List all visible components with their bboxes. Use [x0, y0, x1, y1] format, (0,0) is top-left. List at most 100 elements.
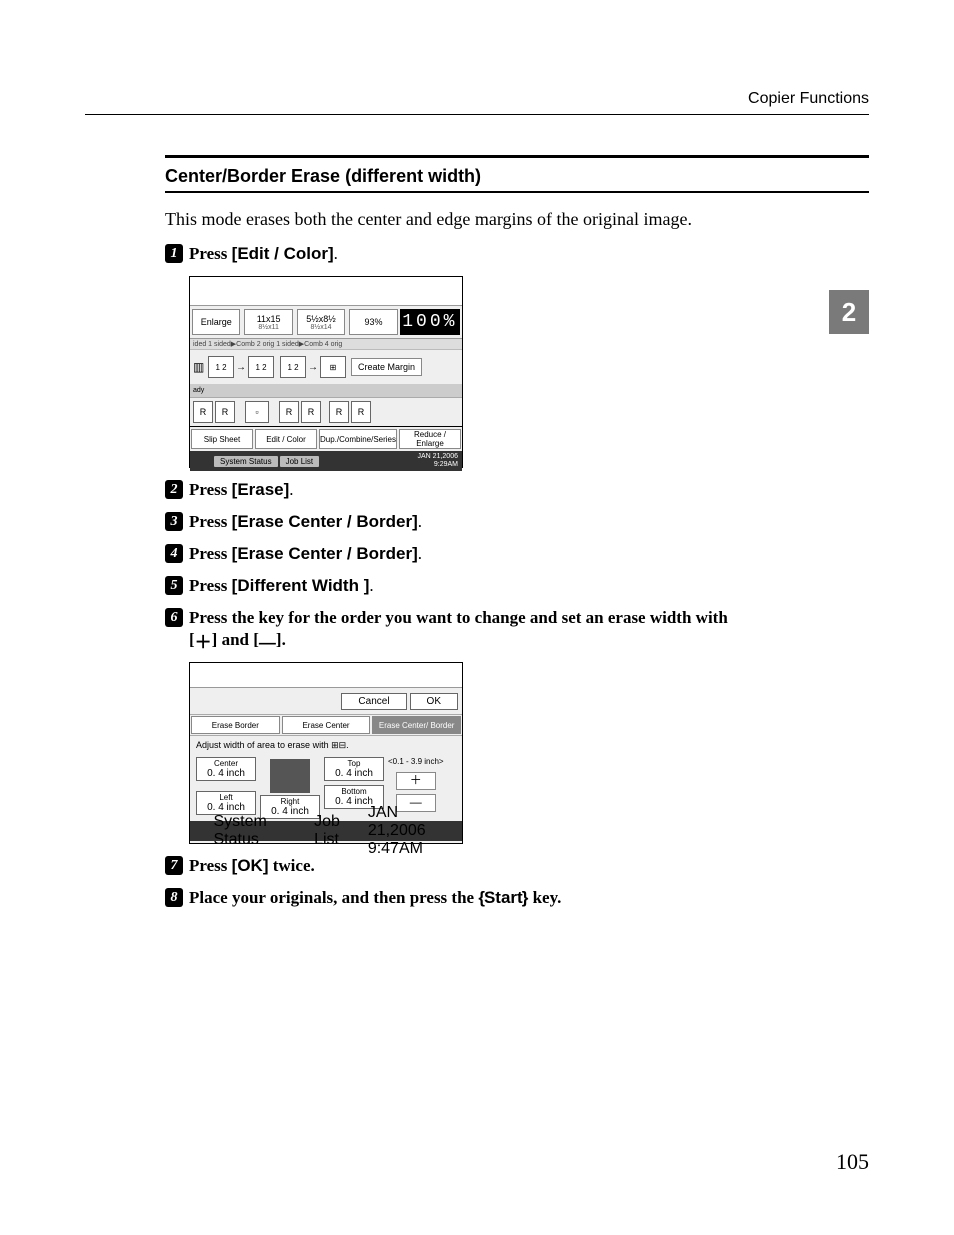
- step-button-label: [Erase Center / Border]: [232, 512, 418, 531]
- step-button-label: [OK]: [232, 856, 269, 875]
- enlarge-button[interactable]: Enlarge: [192, 309, 240, 335]
- step-button-label: [Edit / Color]: [232, 244, 334, 263]
- shot1-band: ady: [190, 385, 462, 398]
- edit-color-tab[interactable]: Edit / Color: [255, 429, 317, 449]
- plus-icon: ＋: [195, 636, 212, 650]
- running-head: Copier Functions: [85, 90, 869, 108]
- rule-heavy: [165, 155, 869, 158]
- ratio-preset-1[interactable]: 11x158½x11: [244, 309, 292, 335]
- step-4: 4Press [Erase Center / Border].: [165, 544, 869, 564]
- top-value-button[interactable]: Top0. 4 inch: [324, 757, 384, 781]
- combine-1to2-b[interactable]: 1 2: [248, 356, 274, 378]
- orient-rr4[interactable]: R: [351, 401, 371, 423]
- value: 0. 4 inch: [335, 768, 373, 779]
- ratio-preset-2[interactable]: 5½x8½8½x14: [297, 309, 345, 335]
- step-3: 3 Press [Erase Center / Border].: [165, 512, 869, 532]
- arrow-icon: →: [308, 362, 318, 373]
- center-value-button[interactable]: Center0. 4 inch: [196, 757, 256, 781]
- step-8: 8Place your originals, and then press th…: [165, 888, 869, 908]
- combine-1to4-a[interactable]: 1 2: [280, 356, 306, 378]
- reduce-enlarge-tab[interactable]: Reduce / Enlarge: [399, 429, 461, 449]
- step-tail: .: [369, 576, 373, 595]
- label: Right: [281, 797, 300, 806]
- create-margin-button[interactable]: Create Margin: [351, 358, 422, 376]
- shot1-ratio-row: Enlarge 11x158½x11 5½x8½8½x14 93% 100%: [190, 306, 462, 339]
- value: 0. 4 inch: [207, 802, 245, 813]
- ok-button[interactable]: OK: [410, 693, 458, 710]
- arrow-icon: →: [236, 362, 246, 373]
- step-number-icon: 1: [165, 244, 183, 263]
- orient-r2[interactable]: R: [215, 401, 235, 423]
- bracket: ].: [276, 630, 286, 649]
- erase-border-tab[interactable]: Erase Border: [191, 716, 280, 734]
- system-status-button[interactable]: System Status: [214, 813, 315, 849]
- intro-text: This mode erases both the center and edg…: [165, 209, 869, 230]
- step-verb: Press: [189, 480, 232, 499]
- step-text: Press the key for the order you want to …: [189, 608, 728, 627]
- step-number-icon: 8: [165, 888, 183, 907]
- orient-center[interactable]: ▫: [245, 401, 269, 423]
- start-key: Start: [478, 888, 528, 907]
- plus-button[interactable]: ＋: [396, 772, 436, 790]
- enlarge-label: Enlarge: [201, 317, 232, 327]
- function-tab-bar: Slip Sheet Edit / Color Dup./Combine/Ser…: [190, 426, 462, 451]
- system-status-button[interactable]: System Status: [214, 456, 278, 467]
- combine-1to4-b[interactable]: ⊞: [320, 356, 346, 378]
- erase-center-border-tab[interactable]: Erase Center/ Border: [372, 716, 461, 734]
- step-verb: Press: [189, 512, 232, 531]
- step-button-label: [Erase]: [232, 480, 290, 499]
- step-5: 5Press [Different Width ].: [165, 576, 869, 596]
- dup-combine-tab[interactable]: Dup./Combine/Series: [319, 429, 397, 449]
- ratio-top: 5½x8½: [306, 314, 336, 324]
- preview-column: Right0. 4 inch: [260, 757, 320, 819]
- shot1-blank-header: [190, 277, 462, 306]
- job-list-button[interactable]: Job List: [314, 813, 368, 849]
- page: Copier Functions 2 Center/Border Erase (…: [0, 0, 954, 1235]
- ratio-93[interactable]: 93%: [349, 309, 397, 335]
- rule-top: [85, 114, 869, 115]
- label: Top: [348, 759, 361, 768]
- page-number: 105: [836, 1149, 869, 1175]
- left-value-button[interactable]: Left0. 4 inch: [196, 791, 256, 815]
- ratio-label: 93%: [364, 317, 382, 327]
- ratio-top: 11x15: [257, 314, 281, 324]
- step-verb: Press: [189, 244, 232, 263]
- orient-rr2[interactable]: R: [301, 401, 321, 423]
- value: 0. 4 inch: [207, 768, 245, 779]
- original-orientation-icon: ▥: [193, 360, 207, 374]
- step-button-label: [Erase Center / Border]: [232, 544, 418, 563]
- status-bar: System Status Job List JAN 21,20069:47AM: [190, 821, 462, 841]
- erase-center-tab[interactable]: Erase Center: [282, 716, 371, 734]
- step-6: 6 Press the key for the order you want t…: [165, 608, 869, 650]
- step-verb: Press: [189, 576, 232, 595]
- status-bar: System Status Job List JAN 21,20069:29AM: [190, 451, 462, 471]
- erase-preview-icon: [270, 759, 310, 793]
- ratio-display: 100%: [400, 309, 460, 335]
- orientation-row: R R ▫ RR R R: [190, 398, 462, 426]
- ratio-bottom: 8½x11: [258, 324, 279, 331]
- orient-rr3[interactable]: R: [329, 401, 349, 423]
- step-7: 7Press [OK] twice.: [165, 856, 869, 876]
- step-tail: .: [418, 512, 422, 531]
- step-number-icon: 6: [165, 608, 183, 627]
- status-datetime: JAN 21,20069:47AM: [368, 804, 458, 858]
- ok-cancel-row: Cancel OK: [190, 688, 462, 715]
- orient-r1[interactable]: R: [193, 401, 213, 423]
- label: Left: [219, 793, 232, 802]
- content-area: Center/Border Erase (different width) Th…: [165, 155, 869, 908]
- label: Center: [214, 759, 238, 768]
- step-1: 1 Press [Edit / Color].: [165, 244, 869, 264]
- slip-sheet-tab[interactable]: Slip Sheet: [191, 429, 253, 449]
- status-datetime: JAN 21,20069:29AM: [418, 453, 458, 469]
- section-title: Center/Border Erase (different width): [165, 166, 869, 187]
- left-column: Center0. 4 inch Left0. 4 inch: [196, 757, 256, 819]
- step-text-line2: [＋] and [—].: [189, 630, 869, 650]
- step-number-icon: 3: [165, 512, 183, 531]
- combine-1to2-a[interactable]: 1 2: [208, 356, 234, 378]
- job-list-button[interactable]: Job List: [280, 456, 320, 467]
- cancel-button[interactable]: Cancel: [341, 693, 406, 710]
- chapter-tab: 2: [829, 290, 869, 334]
- orient-rr1[interactable]: R: [279, 401, 299, 423]
- ratio-bottom: 8½x14: [311, 324, 332, 331]
- bracket: ] and [: [212, 630, 259, 649]
